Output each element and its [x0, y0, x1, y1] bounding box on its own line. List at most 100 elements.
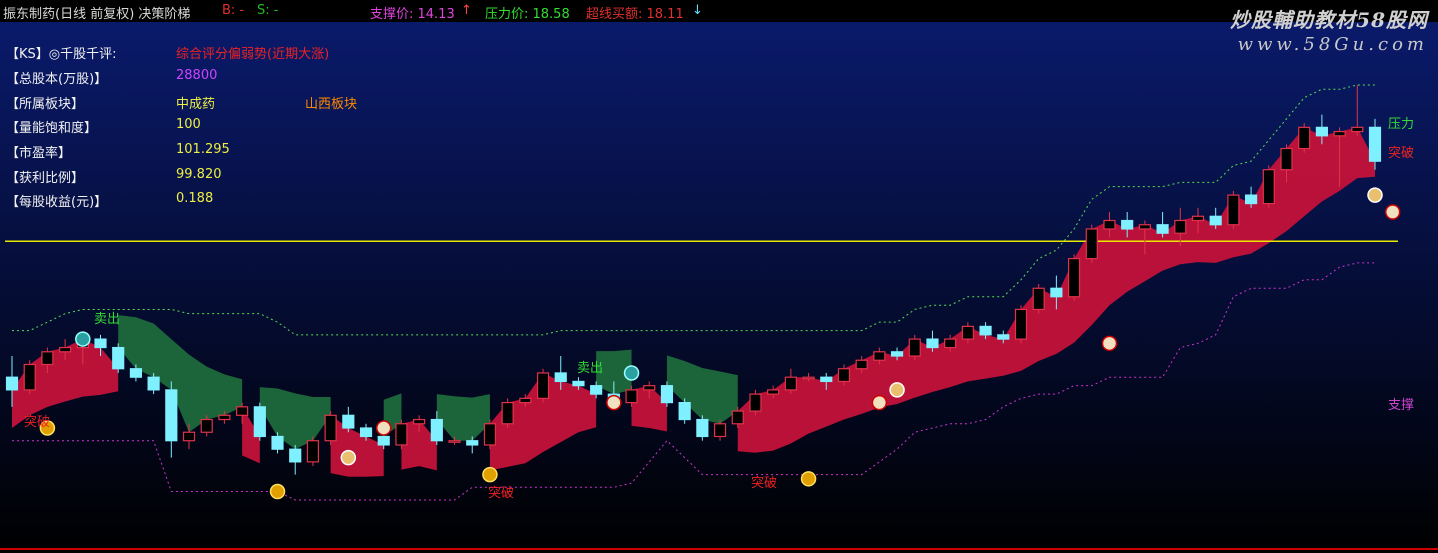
surge-label: 突破 — [488, 486, 515, 501]
candle-body — [873, 351, 886, 361]
info-label: 【总股本(万股)】 — [6, 72, 108, 87]
surge-label: 突破 — [751, 476, 778, 491]
candle-body — [820, 376, 833, 383]
candle-body — [271, 435, 284, 450]
candle-body — [236, 406, 249, 416]
money-bag-icon — [889, 382, 905, 398]
candle-body — [572, 380, 585, 387]
buy-indicator: B: - — [222, 3, 245, 18]
sell-signal-icon — [623, 365, 640, 381]
candle-body — [1067, 258, 1081, 298]
candle-body — [855, 359, 868, 370]
candle-body — [289, 448, 302, 463]
candle-body — [536, 372, 550, 399]
support-label: 支撑 — [1388, 398, 1415, 413]
info-value: 101.295 — [176, 142, 230, 157]
candle-body — [1103, 219, 1116, 230]
sell-indicator: S: - — [257, 3, 279, 18]
chart-background — [0, 22, 1438, 553]
candle-body — [430, 418, 443, 442]
candle-body — [554, 372, 567, 383]
buy-signal-icon — [269, 483, 286, 500]
candle-body — [253, 406, 266, 438]
candle-body — [182, 431, 196, 442]
candle-body — [696, 418, 709, 438]
candle-body — [590, 385, 603, 395]
candle-body — [1156, 224, 1169, 234]
candle-body — [660, 385, 674, 404]
candle-body — [1333, 130, 1346, 137]
candle-body — [1014, 308, 1028, 340]
add-position-icon — [1101, 335, 1118, 352]
candle-body — [1227, 194, 1240, 226]
candle-body — [1298, 126, 1311, 150]
candle-body — [926, 338, 939, 349]
candle-body — [41, 351, 54, 366]
resistance-label: 压力 — [1388, 117, 1415, 132]
candle-body — [979, 325, 992, 336]
info-value: 中成药 — [176, 97, 216, 112]
candle-body — [200, 418, 213, 433]
info-label: 【KS】◎千股千评: — [6, 47, 117, 62]
candle-body — [519, 397, 532, 404]
candle-body — [112, 346, 125, 370]
info-label: 【获利比例】 — [6, 171, 85, 186]
candle-body — [890, 351, 904, 357]
candle-body — [1209, 215, 1222, 226]
candle-body — [466, 440, 479, 446]
candle-body — [802, 376, 815, 380]
candle-body — [165, 389, 178, 442]
breakout-label: 突破 — [1388, 146, 1415, 161]
candle-body — [395, 423, 408, 446]
info-value: 100 — [176, 117, 201, 132]
info-extra: 山西板块 — [305, 97, 358, 112]
buy-signal-icon — [482, 466, 498, 483]
candle-body — [643, 385, 656, 391]
candle-body — [1280, 147, 1293, 171]
candle-body — [483, 423, 497, 446]
candle-body — [147, 376, 160, 391]
candle-body — [413, 418, 426, 425]
sell-label: 卖出 — [577, 361, 604, 376]
info-value: 28800 — [176, 68, 218, 83]
candle-body — [59, 346, 72, 353]
candle-body — [1138, 224, 1151, 230]
info-label: 【量能饱和度】 — [6, 121, 98, 136]
watermark-title: 炒股輔助教材58股网 — [1230, 8, 1428, 32]
candle-body — [359, 427, 373, 438]
sell-signal-icon — [75, 331, 91, 347]
candle-body — [1121, 219, 1134, 230]
candle-body — [5, 376, 19, 391]
candle-body — [501, 402, 514, 425]
info-value: 99.820 — [176, 167, 222, 182]
chart-title: 振东制药(日线 前复权) 决策阶梯 — [3, 7, 191, 22]
candle-body — [1262, 169, 1275, 205]
info-label: 【每股收益(元)】 — [6, 195, 108, 210]
info-value: 综合评分偏弱势(近期大涨) — [176, 47, 330, 62]
candle-body — [324, 414, 337, 442]
candle-body — [1085, 228, 1098, 260]
up-arrow-icon: ↑ — [461, 3, 472, 18]
buy-signal-icon — [800, 471, 817, 487]
candle-body — [306, 440, 320, 463]
candle-body — [1050, 287, 1063, 298]
candle-body — [784, 376, 797, 391]
watermark-url: www.58Gu.com — [1237, 34, 1428, 55]
candle-body — [767, 389, 780, 395]
candle-body — [678, 402, 691, 421]
candle-body — [997, 334, 1010, 340]
candle-body — [1174, 219, 1187, 234]
candle-body — [448, 440, 461, 443]
candle-body — [749, 393, 762, 412]
candle-body — [1315, 126, 1328, 137]
candle-body — [944, 338, 957, 349]
info-label: 【所属板块】 — [6, 97, 85, 112]
sell-label: 卖出 — [94, 312, 121, 327]
candle-body — [713, 423, 727, 438]
resistance-price: 压力价: 18.58 — [485, 7, 570, 22]
candle-body — [1032, 287, 1045, 311]
add-position-icon — [375, 420, 392, 436]
candle-body — [1191, 215, 1205, 222]
info-value: 0.188 — [176, 191, 214, 206]
add-position-icon — [1384, 204, 1401, 220]
